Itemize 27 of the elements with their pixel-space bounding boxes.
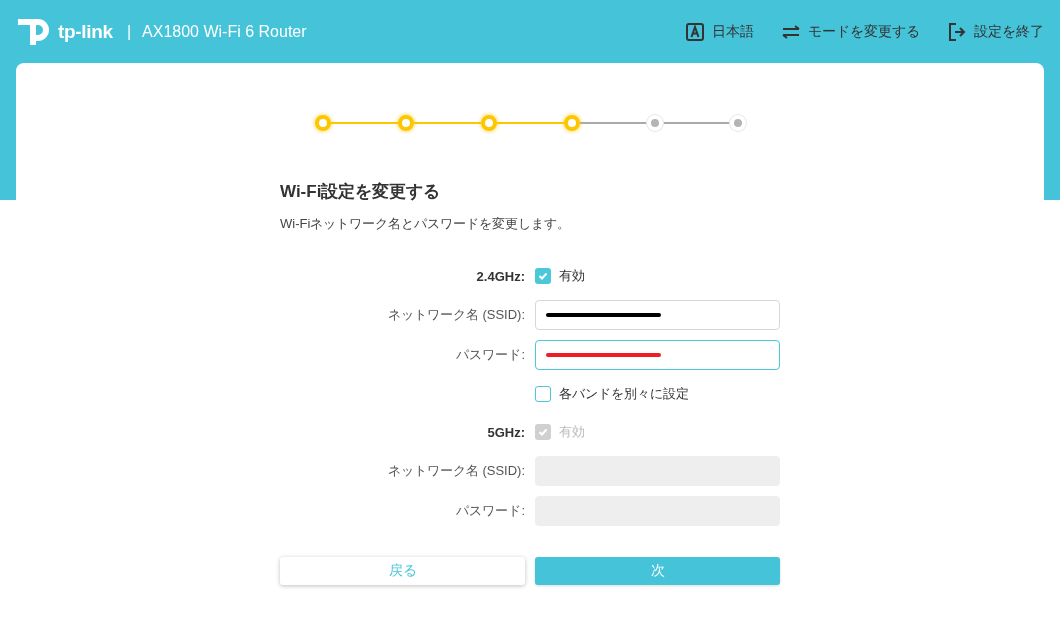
input-field[interactable] bbox=[535, 300, 780, 330]
logo-icon bbox=[16, 16, 52, 47]
field-label: パスワード: bbox=[455, 502, 525, 520]
exit-link[interactable]: 設定を終了 bbox=[948, 22, 1044, 41]
checkbox[interactable] bbox=[535, 268, 551, 284]
band-label: 2.4GHz: bbox=[475, 268, 525, 284]
band-label: 5GHz: bbox=[486, 424, 525, 440]
page-description: Wi-Fiネットワーク名とパスワードを変更します。 bbox=[280, 215, 572, 233]
page-title: Wi-Fi設定を変更する bbox=[280, 181, 442, 203]
checkmark-icon bbox=[538, 428, 548, 436]
language-icon bbox=[686, 22, 704, 41]
checkbox-label: 有効 bbox=[559, 267, 585, 285]
checkbox[interactable] bbox=[535, 386, 551, 402]
exit-icon bbox=[948, 22, 966, 41]
field-label: ネットワーク名 (SSID): bbox=[386, 462, 525, 480]
product-name: AX1800 Wi-Fi 6 Router bbox=[142, 22, 307, 41]
checkmark-icon bbox=[538, 272, 548, 280]
field-label: ネットワーク名 (SSID): bbox=[386, 306, 525, 324]
brand-logo-text: tp-link bbox=[58, 20, 113, 43]
field-label: パスワード: bbox=[455, 346, 525, 364]
checkbox-label: 有効 bbox=[559, 423, 585, 441]
mode-link[interactable]: モードを変更する bbox=[782, 22, 920, 41]
header-separator: | bbox=[126, 22, 132, 41]
checkbox-label: 各バンドを別々に設定 bbox=[559, 385, 689, 403]
input-field[interactable] bbox=[535, 340, 780, 370]
swap-arrows-icon bbox=[782, 24, 800, 39]
language-link[interactable]: 日本語 bbox=[686, 22, 754, 41]
